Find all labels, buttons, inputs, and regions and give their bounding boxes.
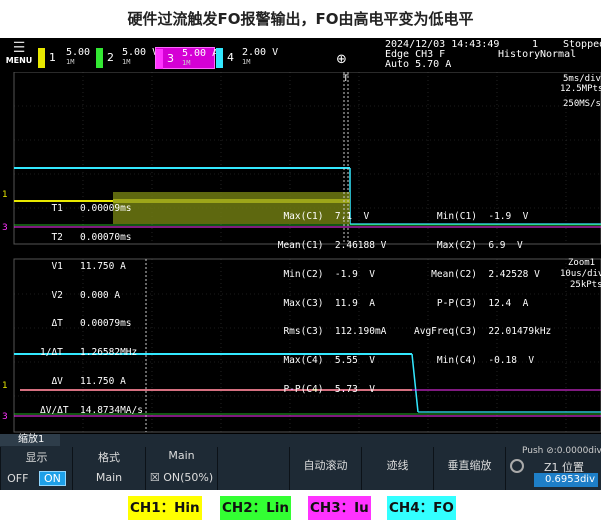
time-div-readout[interactable]: 5ms/div bbox=[563, 74, 601, 84]
channel-1-indicator[interactable]: 1 5.00 V 1M bbox=[38, 47, 102, 69]
page-title: 硬件过流触发FO报警输出，FO由高电平变为低电平 bbox=[0, 0, 601, 38]
softkey-z1-position[interactable]: Push ⊘:0.0000div Z1 位置 0.6953div bbox=[505, 446, 601, 490]
trigger-position-marker: T bbox=[342, 74, 349, 84]
softkey-format[interactable]: 格式 Main bbox=[72, 447, 145, 490]
measurements-right: Min(C1) -1.9 V Max(C2) 6.9 V Mean(C2) 2.… bbox=[414, 211, 552, 367]
oscilloscope-screen: ☰ MENU 1 5.00 V 1M 2 5.00 V 1M 3 5.00 A … bbox=[0, 38, 601, 490]
legend-ch4: CH4：FO bbox=[387, 496, 456, 520]
trigger-mode[interactable]: Normal bbox=[540, 49, 576, 60]
channel-2-indicator[interactable]: 2 5.00 V 1M bbox=[96, 47, 158, 69]
zoom-ch1-ground-marker: 1 bbox=[2, 381, 8, 391]
ch1-ground-marker: 1 bbox=[2, 190, 8, 200]
history-label[interactable]: History bbox=[498, 49, 540, 60]
zoom-label: Zoom1 bbox=[568, 258, 596, 268]
softkey-blank[interactable] bbox=[217, 447, 289, 490]
zoom-ch3-ground-marker: 3 bbox=[2, 412, 8, 422]
display-on-option[interactable]: ON bbox=[38, 471, 66, 486]
sample-rate-readout: 250MS/s bbox=[563, 99, 601, 109]
zoom-tab[interactable]: 缩放1 bbox=[0, 434, 60, 446]
legend-ch2: CH2：Lin bbox=[220, 496, 291, 520]
legend-ch3: CH3：Iu bbox=[308, 496, 371, 520]
channel-3-indicator[interactable]: 3 5.00 A 1M bbox=[155, 47, 218, 69]
points-readout: 12.5MPts bbox=[560, 84, 601, 94]
menu-button[interactable]: ☰ MENU bbox=[3, 40, 35, 70]
channel-4-indicator[interactable]: 4 2.00 V 1M bbox=[216, 47, 278, 69]
zoom-points: 25kPts bbox=[570, 280, 601, 290]
ch3-ground-marker: 3 bbox=[2, 223, 8, 233]
softkey-main[interactable]: Main ☒ ON(50%) bbox=[145, 447, 217, 490]
cursor-measurements: T1 0.00009ms T2 0.00070ms V1 11.750 A V2… bbox=[40, 203, 143, 416]
zoom-time-div[interactable]: 10us/div bbox=[560, 269, 601, 279]
legend-ch1: CH1：Hin bbox=[128, 496, 202, 520]
display-off-option[interactable]: OFF bbox=[7, 472, 28, 485]
channel-1-swatch bbox=[38, 48, 45, 68]
softkey-vertical-zoom[interactable]: 垂直缩放 bbox=[433, 447, 505, 490]
channel-3-swatch bbox=[156, 49, 163, 69]
menu-icon: ☰ bbox=[12, 40, 26, 56]
knob-icon bbox=[510, 459, 524, 473]
channel-4-swatch bbox=[216, 48, 223, 68]
channel-2-swatch bbox=[96, 48, 103, 68]
trigger-level-readout[interactable]: Auto 5.70 A bbox=[385, 59, 451, 70]
top-status-bar: ☰ MENU 1 5.00 V 1M 2 5.00 V 1M 3 5.00 A … bbox=[0, 38, 601, 72]
zoom-target-icon[interactable]: ⊕ bbox=[336, 52, 352, 68]
softkey-autoscroll[interactable]: 自动滚动 bbox=[289, 447, 361, 490]
checkbox-icon: ☒ bbox=[149, 471, 160, 484]
softkey-trace[interactable]: 迹线 bbox=[361, 447, 433, 490]
measurements-middle: Max(C1) 7.1 V Mean(C1) 2.46188 V Min(C2)… bbox=[272, 211, 387, 395]
softkey-display[interactable]: 显示 OFF ON bbox=[0, 447, 72, 490]
z1-value[interactable]: 0.6953div bbox=[534, 473, 598, 487]
